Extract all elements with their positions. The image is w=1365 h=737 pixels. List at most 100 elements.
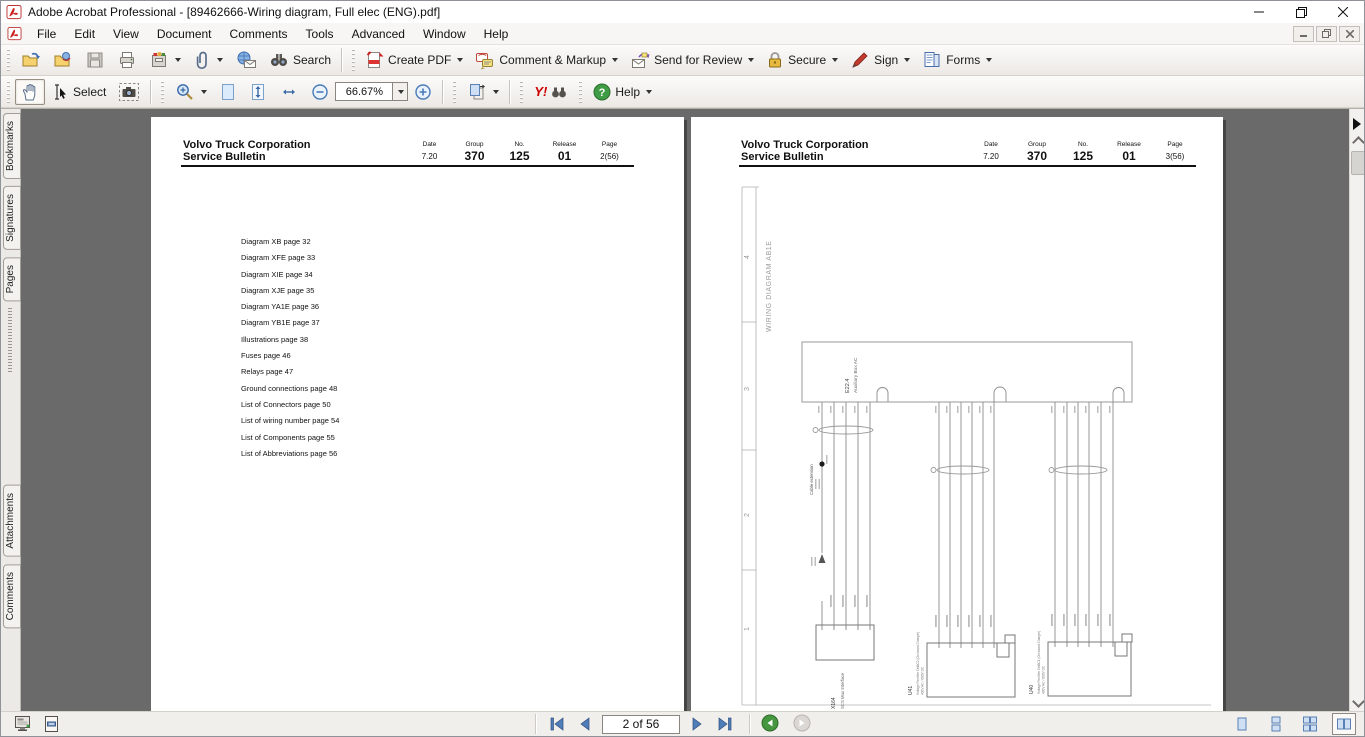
menu-item[interactable]: View <box>104 24 148 44</box>
print-button[interactable] <box>111 47 143 73</box>
pdf-page-2[interactable]: Volvo Truck Corporation Service Bulletin… <box>151 117 684 713</box>
toc-link[interactable]: List of wiring number page 54 <box>241 416 339 432</box>
scroll-down-button[interactable] <box>1353 697 1363 707</box>
single-page-layout-button[interactable] <box>1230 713 1254 735</box>
actual-size-button[interactable] <box>213 79 243 105</box>
window-restore-button[interactable] <box>1280 1 1322 23</box>
doc-close-button[interactable] <box>1339 26 1360 42</box>
page-status-button[interactable] <box>43 715 60 737</box>
first-page-button[interactable] <box>546 714 568 734</box>
u41-spec-label: 400V AC / 600V DC <box>921 666 925 695</box>
secure-button[interactable]: Secure <box>760 47 844 73</box>
help-button[interactable]: ? Help <box>587 79 658 105</box>
search-label: Search <box>293 53 331 67</box>
search-button[interactable]: Search <box>263 47 337 73</box>
doc-minimize-button[interactable] <box>1293 26 1314 42</box>
menu-item[interactable]: Tools <box>297 24 343 44</box>
open-organizer-button[interactable] <box>47 47 79 73</box>
organizer-button[interactable] <box>143 47 187 73</box>
comment-markup-button[interactable]: Comment & Markup <box>469 47 624 73</box>
toc-link[interactable]: Fuses page 46 <box>241 351 339 367</box>
zoom-out-button[interactable] <box>305 79 335 105</box>
last-page-button[interactable] <box>714 714 736 734</box>
select-tool-button[interactable]: Select <box>45 79 112 105</box>
yahoo-search-button[interactable]: Y! <box>528 79 573 105</box>
create-pdf-icon <box>366 50 384 70</box>
toc-link[interactable]: List of Abbreviations page 56 <box>241 449 339 465</box>
toc-link[interactable]: Diagram XJE page 35 <box>241 286 339 302</box>
sign-button[interactable]: Sign <box>844 47 916 73</box>
save-button[interactable] <box>79 47 111 73</box>
menu-item[interactable]: File <box>28 24 65 44</box>
toolbar-grip[interactable] <box>159 81 166 103</box>
zoom-in-button[interactable] <box>408 79 438 105</box>
toc-link[interactable]: List of Connectors page 50 <box>241 400 339 416</box>
pdf-page-3[interactable]: Volvo Truck Corporation Service Bulletin… <box>691 117 1223 713</box>
header-column-value: 7.20 <box>407 152 452 161</box>
toc-link[interactable]: Diagram YA1E page 36 <box>241 302 339 318</box>
nav-tab[interactable]: Comments <box>3 564 21 628</box>
window-close-button[interactable] <box>1322 1 1364 23</box>
menu-item[interactable]: Comments <box>221 24 297 44</box>
page-display-button[interactable] <box>461 79 505 105</box>
open-button[interactable] <box>15 47 47 73</box>
header-column-value: 370 <box>452 149 497 163</box>
toc-link[interactable]: List of Components page 55 <box>241 433 339 449</box>
forms-button[interactable]: Forms <box>916 47 998 73</box>
continuous-layout-button[interactable] <box>1264 713 1288 735</box>
scrollbar-thumb[interactable] <box>1351 151 1365 175</box>
toc-link[interactable]: Diagram XIE page 34 <box>241 270 339 286</box>
toc-link[interactable]: Illustrations page 38 <box>241 335 339 351</box>
menu-item[interactable]: Document <box>148 24 221 44</box>
print-icon <box>117 50 137 70</box>
email-button[interactable] <box>229 47 263 73</box>
toc-link[interactable]: Diagram YB1E page 37 <box>241 318 339 334</box>
toolbar-grip[interactable] <box>451 81 458 103</box>
fit-width-button[interactable] <box>273 79 305 105</box>
window-minimize-button[interactable] <box>1238 1 1280 23</box>
toolbar-grip[interactable] <box>5 81 12 103</box>
continuous-facing-layout-button[interactable] <box>1298 713 1322 735</box>
header-column-value: 125 <box>497 149 542 163</box>
junction-box <box>802 342 1132 402</box>
nav-tab[interactable]: Pages <box>3 257 21 301</box>
create-pdf-button[interactable]: Create PDF <box>360 47 469 73</box>
show-pane-arrow-icon[interactable] <box>1353 118 1361 130</box>
menu-item[interactable]: Advanced <box>343 24 414 44</box>
next-view-button[interactable] <box>793 714 811 737</box>
fit-page-button[interactable] <box>243 79 273 105</box>
zoom-level-value[interactable]: 66.67% <box>335 82 393 101</box>
previous-page-button[interactable] <box>574 714 596 734</box>
zoom-level-dropdown[interactable] <box>393 82 408 101</box>
toc-link[interactable]: Diagram XB page 32 <box>241 237 339 253</box>
toc-link[interactable]: Ground connections page 48 <box>241 384 339 400</box>
toolbar-grip[interactable] <box>5 49 12 71</box>
scroll-up-button[interactable] <box>1353 136 1363 146</box>
facing-layout-button[interactable] <box>1332 713 1356 735</box>
doc-restore-button[interactable] <box>1316 26 1337 42</box>
toolbar-grip[interactable] <box>350 49 357 71</box>
hand-tool-button[interactable] <box>15 79 45 105</box>
next-page-button[interactable] <box>686 714 708 734</box>
previous-view-button[interactable] <box>761 714 779 737</box>
toolbar-grip[interactable] <box>518 81 525 103</box>
nav-tab[interactable]: Attachments <box>3 485 21 557</box>
snapshot-tool-button[interactable] <box>112 79 146 105</box>
toolbar-grip[interactable] <box>577 81 584 103</box>
continuous-facing-icon <box>1302 716 1318 732</box>
menu-item[interactable]: Window <box>414 24 475 44</box>
nav-tab[interactable]: Bookmarks <box>3 113 21 179</box>
menu-item[interactable]: Edit <box>65 24 104 44</box>
restore-icon <box>1322 29 1331 38</box>
zoom-tool-button[interactable] <box>169 79 213 105</box>
toc-link[interactable]: Diagram XFE page 33 <box>241 253 339 269</box>
vertical-scrollbar[interactable] <box>1349 109 1365 713</box>
fullscreen-status-button[interactable] <box>13 715 32 737</box>
menu-item[interactable]: Help <box>475 24 518 44</box>
toc-link[interactable]: Relays page 47 <box>241 367 339 383</box>
send-for-review-button[interactable]: Send for Review <box>624 47 760 73</box>
nav-pane-splitter-grip[interactable] <box>8 308 12 372</box>
attach-button[interactable] <box>187 47 229 73</box>
nav-tab[interactable]: Signatures <box>3 186 21 250</box>
page-number-input[interactable] <box>602 715 680 734</box>
